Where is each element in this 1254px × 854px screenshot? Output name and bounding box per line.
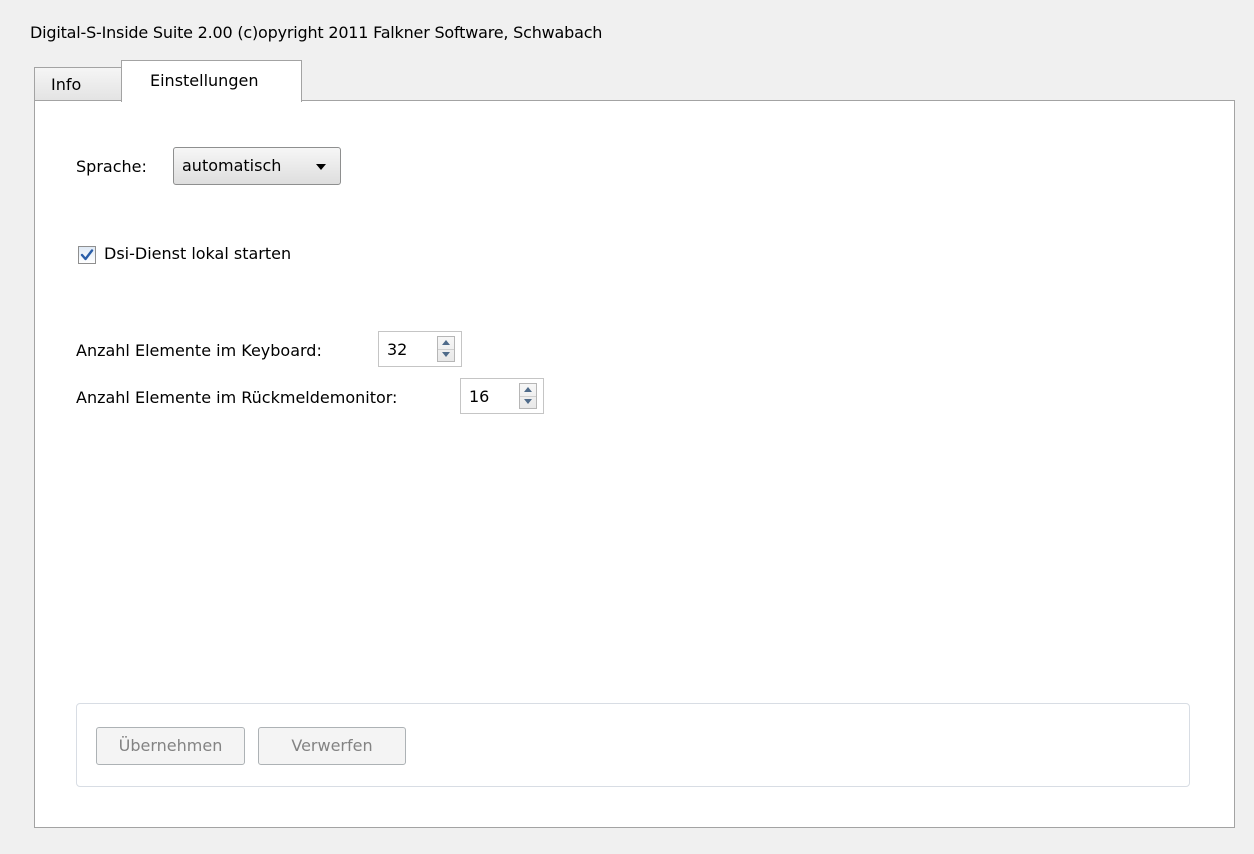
arrow-down-icon <box>524 399 532 404</box>
tab-info[interactable]: Info <box>34 67 122 101</box>
service-checkbox[interactable] <box>78 246 96 264</box>
keyboard-count-down-button[interactable] <box>438 349 454 361</box>
monitor-count-spin-buttons <box>519 383 537 409</box>
monitor-count-down-button[interactable] <box>520 396 536 408</box>
tab-einstellungen[interactable]: Einstellungen <box>121 60 302 102</box>
keyboard-count-spinner[interactable]: 32 <box>378 331 462 367</box>
language-label: Sprache: <box>76 157 147 176</box>
monitor-count-label: Anzahl Elemente im Rückmeldemonitor: <box>76 388 398 407</box>
keyboard-count-spin-buttons <box>437 336 455 362</box>
service-checkbox-label[interactable]: Dsi-Dienst lokal starten <box>104 244 291 263</box>
language-select-value: automatisch <box>182 156 282 175</box>
arrow-up-icon <box>442 340 450 345</box>
chevron-down-icon <box>316 164 326 170</box>
language-select[interactable]: automatisch <box>173 147 341 185</box>
keyboard-count-value: 32 <box>387 340 408 359</box>
monitor-count-spinner[interactable]: 16 <box>460 378 544 414</box>
tab-einstellungen-label: Einstellungen <box>150 71 259 90</box>
arrow-up-icon <box>524 387 532 392</box>
arrow-down-icon <box>442 352 450 357</box>
tab-info-label: Info <box>51 75 82 94</box>
discard-button[interactable]: Verwerfen <box>258 727 406 765</box>
keyboard-count-label: Anzahl Elemente im Keyboard: <box>76 341 322 360</box>
apply-button[interactable]: Übernehmen <box>96 727 245 765</box>
checkmark-icon <box>80 249 94 261</box>
window-title: Digital-S-Inside Suite 2.00 (c)opyright … <box>30 23 603 42</box>
monitor-count-value: 16 <box>469 387 490 406</box>
